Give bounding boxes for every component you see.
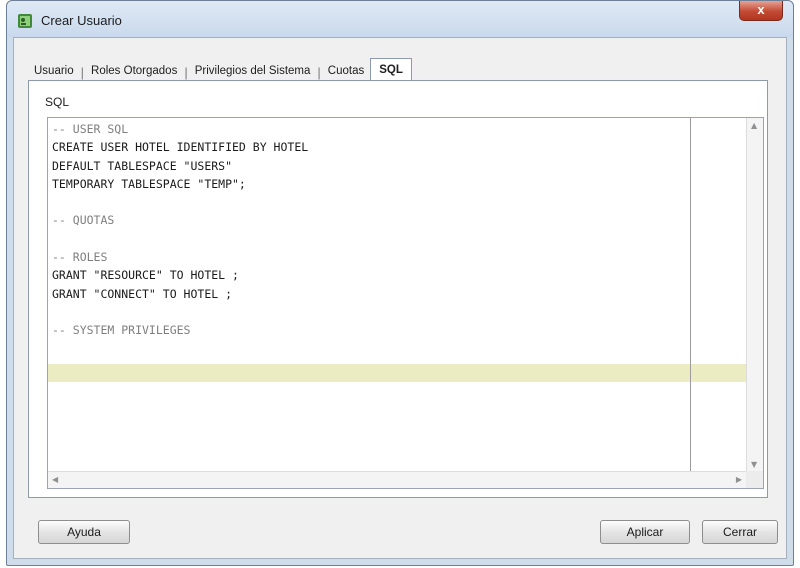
- code-line: CREATE USER HOTEL IDENTIFIED BY HOTEL: [52, 140, 309, 155]
- window-title: Crear Usuario: [41, 13, 122, 28]
- code-line: GRANT "RESOURCE" TO HOTEL ;: [52, 268, 239, 283]
- tab-sql[interactable]: SQL: [370, 58, 412, 80]
- tab-roles-otorgados[interactable]: Roles Otorgados: [85, 62, 183, 80]
- title-bar[interactable]: Crear Usuario x: [7, 1, 793, 35]
- current-line-highlight[interactable]: ​: [48, 363, 746, 383]
- code-line: DEFAULT TABLESPACE "USERS": [52, 158, 233, 173]
- code-line: TEMPORARY TABLESPACE "TEMP";: [52, 176, 246, 191]
- sql-tab-panel: SQL -- USER SQL CREATE USER HOTEL IDENTI…: [28, 80, 768, 498]
- vertical-scrollbar[interactable]: ▲ ▼: [746, 118, 763, 472]
- tab-label: Privilegios del Sistema: [194, 65, 311, 77]
- create-user-dialog: Crear Usuario x Usuario | Roles Otorgado…: [6, 0, 794, 566]
- tab-cuotas[interactable]: Cuotas: [322, 62, 370, 80]
- tab-label: Cuotas: [327, 65, 365, 77]
- scroll-right-icon[interactable]: ▶: [736, 475, 742, 484]
- apply-button[interactable]: Aplicar: [600, 520, 690, 544]
- code-area[interactable]: -- USER SQL CREATE USER HOTEL IDENTIFIED…: [48, 118, 746, 472]
- sql-editor[interactable]: -- USER SQL CREATE USER HOTEL IDENTIFIED…: [47, 117, 764, 489]
- scroll-up-icon[interactable]: ▲: [751, 121, 757, 130]
- code-line: -- QUOTAS: [52, 213, 115, 228]
- close-icon: x: [757, 2, 765, 17]
- code-line: -- USER SQL: [52, 122, 129, 136]
- horizontal-scrollbar[interactable]: ◀ ▶: [48, 471, 746, 488]
- dialog-body: Usuario | Roles Otorgados | Privilegios …: [13, 37, 787, 559]
- tab-label: SQL: [379, 63, 403, 76]
- tab-usuario[interactable]: Usuario: [28, 62, 80, 80]
- help-button[interactable]: Ayuda: [38, 520, 130, 544]
- scroll-down-icon[interactable]: ▼: [751, 460, 757, 469]
- close-button[interactable]: Cerrar: [702, 520, 778, 544]
- code-line: GRANT "CONNECT" TO HOTEL ;: [52, 286, 233, 301]
- tab-label: Roles Otorgados: [91, 65, 178, 77]
- scroll-left-icon[interactable]: ◀: [52, 475, 58, 484]
- tab-privilegios-del-sistema[interactable]: Privilegios del Sistema: [189, 62, 317, 80]
- right-margin-guide: [690, 118, 691, 472]
- section-label: SQL: [45, 95, 70, 109]
- tab-label: Usuario: [34, 65, 74, 77]
- close-window-button[interactable]: x: [739, 1, 783, 21]
- app-icon: [17, 13, 33, 29]
- scrollbar-corner: [746, 471, 763, 488]
- code-line: -- ROLES: [52, 250, 108, 265]
- code-line: -- SYSTEM PRIVILEGES: [52, 323, 191, 338]
- tab-strip: Usuario | Roles Otorgados | Privilegios …: [28, 58, 412, 80]
